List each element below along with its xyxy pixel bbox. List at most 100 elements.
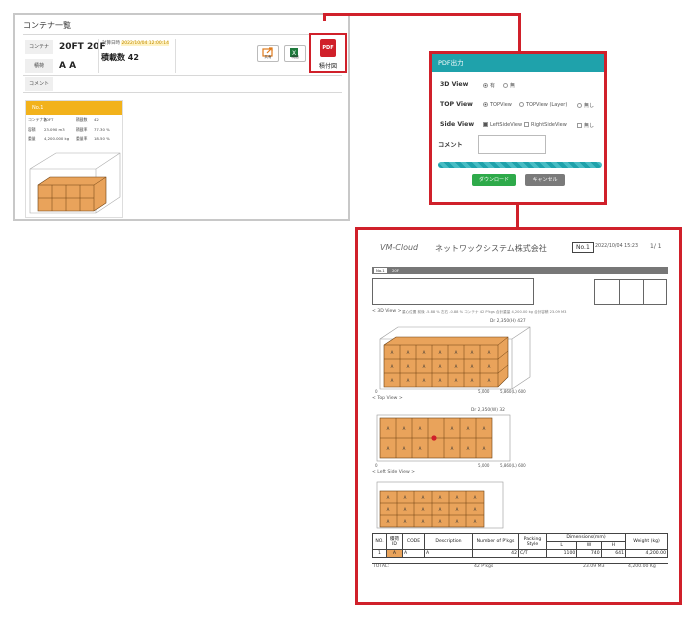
box-label: A [423,378,426,383]
cell-style: C/T [518,549,547,558]
side-view-option-left[interactable]: LeftSideView [483,122,522,128]
pdf-button-label: 積付図 [318,63,337,70]
result-card[interactable]: No.1 コンテナ名 20FT 積載数 42 容積 23.090 m3 積載率 … [25,100,123,218]
card-badge: No.1 [26,101,122,115]
plan-time-value: 2022/10/04 12:00:14 [121,41,170,46]
box-label: A [471,364,474,369]
header-l: L [545,541,578,550]
box-label: A [451,446,454,451]
box-label: A [471,350,474,355]
destination-value: A A [59,61,77,71]
comment-textarea[interactable] [478,135,546,154]
box-label: A [451,426,454,431]
divider [175,39,176,73]
connector-line [323,13,521,16]
box-label: A [439,378,442,383]
comment-label: コメント [25,77,53,91]
box-label: A [387,495,390,500]
option-label: RightSideView [531,122,567,128]
divider [643,280,644,304]
top-view-dimension: Dr 2,350(W) 32 [471,408,505,413]
box-label: A [404,507,407,512]
view3d-option-no[interactable]: 無 [503,82,515,89]
stat-value: 23.090 m3 [44,127,65,132]
doc-date: 2022/10/04 15:23 [595,244,638,249]
box-label: A [439,350,442,355]
cell-description: A [424,549,473,558]
box-label: A [419,446,422,451]
axistop-start: 0 [375,463,378,468]
top-view-title: < Top View > [372,396,403,401]
option-label: TOPView [490,102,512,108]
total-weight: 4,200.00 Kg [628,564,656,569]
box-label: A [387,507,390,512]
box-label: A [456,507,459,512]
box-label: A [387,519,390,524]
box-label: A [474,495,477,500]
box-label: A [439,364,442,369]
top-view-option-none[interactable]: 無し [577,102,594,109]
center-of-gravity-icon [431,435,437,441]
doc-number: No.1 [572,242,594,253]
box-label: A [483,426,486,431]
side-view-option-right[interactable]: RightSideView [524,122,567,128]
top-view-option-top[interactable]: TOPView [483,102,512,108]
stat-value: 42 [94,117,99,122]
brand: VM-Cloud [380,243,419,252]
header-no: NO. [372,533,387,550]
box-label: A [439,507,442,512]
box-label: A [455,364,458,369]
box-label: A [391,350,394,355]
top-view-option-layer[interactable]: TOPView (Layer) [519,102,567,108]
excel-label: 明細 [291,55,299,59]
header-dimensions: Dimensions(mm) [546,533,626,542]
box-label: A [474,519,477,524]
box-label: A [387,446,390,451]
download-button[interactable]: ダウンロード [472,174,516,186]
box-label: A [423,364,426,369]
header-h: H [600,541,627,550]
box-label: A [439,495,442,500]
box-label: A [467,446,470,451]
section-text: 20F [392,268,400,273]
dialog-title: PDF出力 [432,54,604,72]
excel-button[interactable]: X 明細 [284,45,306,62]
pdf-document-preview: VM-Cloud ネットワックシステム株式会社 No.1 2022/10/04 … [355,227,682,605]
cancel-button[interactable]: キャンセル [525,174,565,186]
pdf-button[interactable]: PDF 積付図 [309,33,347,73]
side-view-title: < Left Side View > [372,470,416,475]
box-label: A [403,426,406,431]
box-label: A [419,426,422,431]
top-view-drawing: A A A A A A A A A A A A [376,414,511,462]
connector-line [518,13,521,53]
box-label: A [474,507,477,512]
axistop-end: 5,860(L) 600 [500,463,526,468]
view3d-option-yes[interactable]: 有 [483,82,495,89]
cell-no: 1 [372,549,387,558]
box-label: A [455,378,458,383]
box-label: A [423,350,426,355]
cell-weight: 4,200.00 [625,549,668,558]
comment-label: コメント [438,142,463,149]
box-label: A [455,350,458,355]
header-code: CODE [402,533,425,550]
checkbox-icon [577,123,582,128]
option-label: 無し [584,123,595,129]
stat-value: 77.30 % [94,127,110,132]
option-label: TOPView (Layer) [526,102,568,108]
box-label: A [439,519,442,524]
card-stats: コンテナ名 20FT 積載数 42 容積 23.090 m3 積載率 77.30… [26,115,122,147]
container-3d-thumbnail [29,152,121,214]
plan-time: 計算日時 2022/10/04 12:00:14 [102,40,170,46]
axistop-mid: 5,000 [478,463,490,468]
comment-box [372,278,534,305]
share-button[interactable]: 共有 [257,45,279,62]
option-label: 無 [510,83,516,89]
option-label: LeftSideView [490,122,523,128]
option-label: 有 [490,83,496,89]
side-view-option-none[interactable]: 無し [577,122,594,129]
progress-bar [438,162,602,168]
cell-l: 1100 [545,549,578,558]
pdf-output-dialog: PDF出力 3D View 有 無 TOP View TOPView TOPVi… [429,51,607,205]
divider [23,75,342,76]
